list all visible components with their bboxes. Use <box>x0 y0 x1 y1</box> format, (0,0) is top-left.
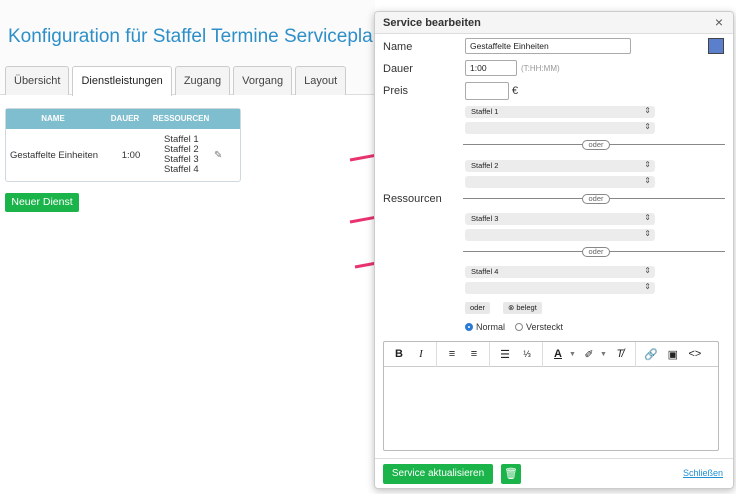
resource-select-value: Staffel 4 <box>471 267 499 276</box>
or-separator: oder <box>582 140 610 150</box>
radio-label: Versteckt <box>526 322 564 332</box>
toolbar-group-insert: 🔗 ▣ <> <box>636 342 710 367</box>
chevron-updown-icon: ⇕ <box>644 229 651 238</box>
name-field[interactable]: Gestaffelte Einheiten <box>465 38 631 54</box>
numbered-list-icon[interactable]: ⅓ <box>516 349 538 359</box>
resource-select-1b[interactable]: ⇕ <box>465 122 655 134</box>
radio-selected-icon <box>465 323 473 331</box>
update-service-button[interactable]: Service aktualisieren <box>383 464 493 484</box>
chevron-down-icon[interactable]: ▼ <box>569 351 576 358</box>
price-field[interactable] <box>465 82 509 100</box>
resource-select-3b[interactable]: ⇕ <box>465 229 655 241</box>
close-icon[interactable]: × <box>715 14 723 30</box>
visibility-hidden-radio[interactable]: Versteckt <box>515 322 563 332</box>
add-or-chip[interactable]: oder <box>465 302 491 314</box>
align-center-icon[interactable]: ≡ <box>463 348 485 360</box>
modal-footer: Service aktualisieren 🗑 Schließen <box>375 458 733 488</box>
toolbar-group-lists: ☰ ⅓ <box>490 341 543 367</box>
modal-title: Service bearbeiten <box>383 17 481 29</box>
duration-label: Dauer <box>383 63 413 75</box>
resource-select-value: Staffel 2 <box>471 161 499 170</box>
or-separator: oder <box>582 247 610 257</box>
modal-header: Service bearbeiten × <box>375 12 733 34</box>
resource-select-value: Staffel 3 <box>471 214 499 223</box>
toolbar-group-color: A ▼ ✐ ▼ T̸ <box>543 341 636 367</box>
highlight-icon[interactable]: ✐ <box>578 348 600 361</box>
chevron-updown-icon: ⇕ <box>644 213 651 222</box>
resource-select-value: Staffel 1 <box>471 107 499 116</box>
chevron-down-icon[interactable]: ▼ <box>600 351 607 358</box>
resource-select-4b[interactable]: ⇕ <box>465 282 655 294</box>
or-separator: oder <box>582 194 610 204</box>
image-icon[interactable]: ▣ <box>662 348 684 361</box>
resource-select-4[interactable]: Staffel 4 ⇕ <box>465 266 655 278</box>
toolbar-group-format: B I <box>384 341 437 367</box>
duration-field[interactable]: 1:00 <box>465 60 517 76</box>
trash-icon[interactable]: 🗑 <box>501 464 521 484</box>
editor-content[interactable] <box>384 367 718 451</box>
font-color-icon[interactable]: A <box>547 348 569 360</box>
bold-icon[interactable]: B <box>388 348 410 360</box>
clear-format-icon[interactable]: T̸ <box>609 348 631 360</box>
chevron-updown-icon: ⇕ <box>644 160 651 169</box>
visibility-normal-radio[interactable]: Normal <box>465 322 505 332</box>
resource-select-1[interactable]: Staffel 1 ⇕ <box>465 106 655 118</box>
chevron-updown-icon: ⇕ <box>644 266 651 275</box>
radio-label: Normal <box>476 322 506 332</box>
chevron-updown-icon: ⇕ <box>644 106 651 115</box>
resource-select-2[interactable]: Staffel 2 ⇕ <box>465 160 655 172</box>
editor-toolbar: B I ≡ ≡ ☰ ⅓ A ▼ ✐ ▼ T̸ 🔗 ▣ <> <box>384 341 718 367</box>
occupied-chip[interactable]: ⊗ belegt <box>503 302 542 314</box>
page: Konfiguration für Staffel Termine Servic… <box>0 0 736 494</box>
chevron-updown-icon: ⇕ <box>644 282 651 291</box>
align-left-icon[interactable]: ≡ <box>441 348 463 360</box>
radio-unselected-icon <box>515 323 523 331</box>
edit-service-modal: Service bearbeiten × Name Gestaffelte Ei… <box>374 11 734 489</box>
rich-text-editor: B I ≡ ≡ ☰ ⅓ A ▼ ✐ ▼ T̸ 🔗 ▣ <> <box>383 341 719 451</box>
link-icon[interactable]: 🔗 <box>640 348 662 361</box>
italic-icon[interactable]: I <box>410 348 432 360</box>
close-link[interactable]: Schließen <box>683 468 723 478</box>
duration-hint: (T:HH:MM) <box>521 64 560 73</box>
resource-select-3[interactable]: Staffel 3 ⇕ <box>465 213 655 225</box>
toolbar-group-align: ≡ ≡ <box>437 341 490 367</box>
name-label: Name <box>383 41 413 53</box>
chevron-updown-icon: ⇕ <box>644 176 651 185</box>
resources-label: Ressourcen <box>383 193 442 205</box>
color-picker[interactable] <box>708 38 724 54</box>
resource-select-2b[interactable]: ⇕ <box>465 176 655 188</box>
chevron-updown-icon: ⇕ <box>644 122 651 131</box>
code-icon[interactable]: <> <box>684 348 706 360</box>
bullet-list-icon[interactable]: ☰ <box>494 348 516 361</box>
price-label: Preis <box>383 85 409 97</box>
currency-label: € <box>512 85 519 97</box>
